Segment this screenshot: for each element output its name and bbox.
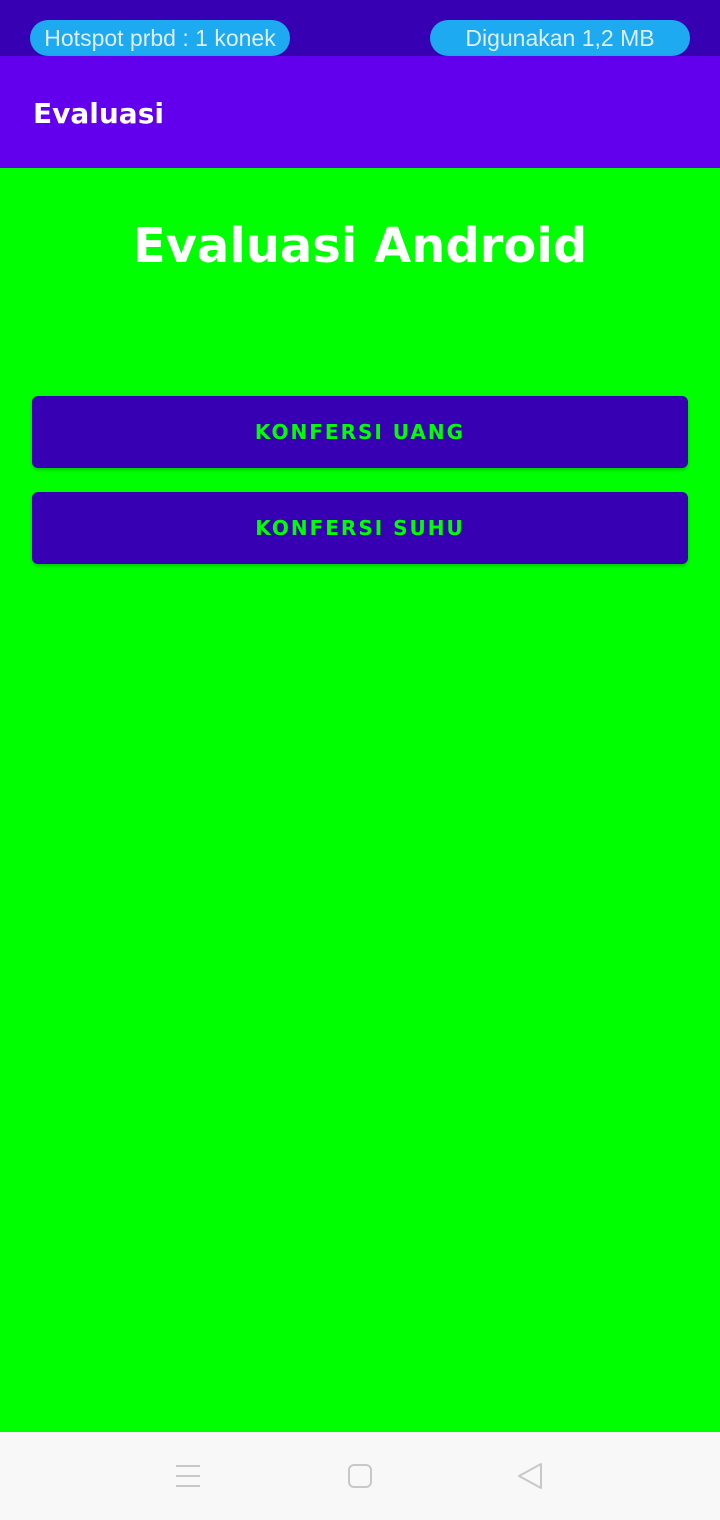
app-bar: Evaluasi [0, 56, 720, 168]
main-content: Evaluasi Android KONFERSI UANG KONFERSI … [0, 168, 720, 1432]
navigation-bar [0, 1432, 720, 1520]
screen: Hotspot prbd : 1 konek Digunakan 1,2 MB … [0, 0, 720, 1520]
home-icon[interactable] [340, 1456, 380, 1496]
data-usage-pill[interactable]: Digunakan 1,2 MB [430, 20, 690, 56]
konfersi-uang-button[interactable]: KONFERSI UANG [32, 396, 688, 468]
hotspot-status-pill[interactable]: Hotspot prbd : 1 konek [30, 20, 290, 56]
konfersi-suhu-button[interactable]: KONFERSI SUHU [32, 492, 688, 564]
app-bar-title: Evaluasi [33, 97, 164, 130]
back-icon[interactable] [510, 1456, 550, 1496]
menu-icon[interactable] [168, 1456, 208, 1496]
page-heading: Evaluasi Android [132, 218, 588, 274]
status-bar: Hotspot prbd : 1 konek Digunakan 1,2 MB [0, 0, 720, 56]
